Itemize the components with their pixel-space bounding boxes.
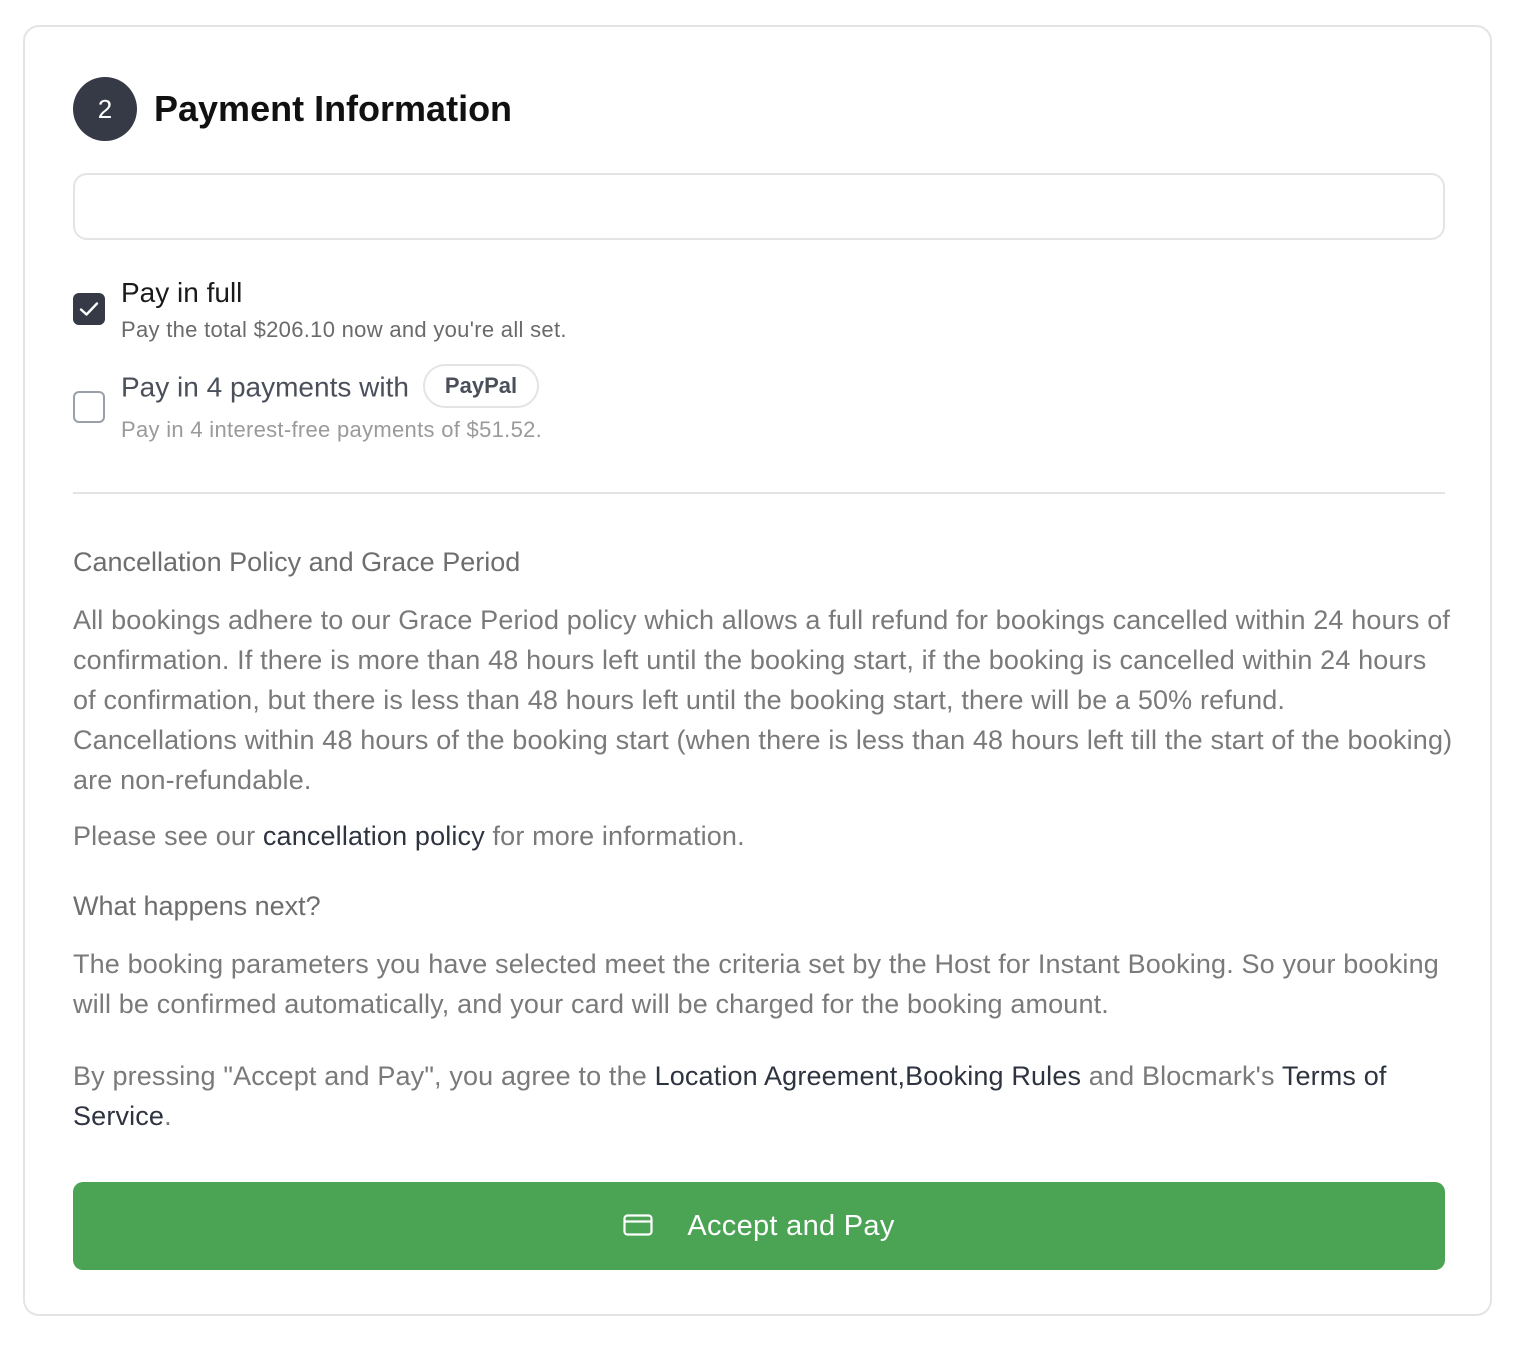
pay-in-4-title-row: Pay in 4 payments with PayPal [121, 364, 540, 411]
pay-in-4-title: Pay in 4 payments with [121, 371, 409, 403]
agreement-suffix: . [164, 1101, 172, 1131]
credit-card-icon [623, 1214, 653, 1236]
check-icon [79, 302, 99, 316]
location-agreement-link[interactable]: Location Agreement [655, 1061, 898, 1091]
cancellation-title: Cancellation Policy and Grace Period [73, 547, 521, 577]
card-details-field[interactable] [73, 173, 1445, 240]
pay-in-full-subtitle: Pay the total $206.10 now and you're all… [121, 317, 567, 342]
agreement-separator: , [897, 1061, 906, 1091]
accept-and-pay-button[interactable]: Accept and Pay [73, 1182, 1445, 1270]
cancellation-see-more: Please see our cancellation policy for m… [73, 816, 1453, 856]
step-header: 2 Payment Information [73, 77, 512, 141]
payment-card: 2 Payment Information Pay in full Pay th… [23, 25, 1492, 1316]
agreement-text: By pressing "Accept and Pay", you agree … [73, 1056, 1453, 1136]
pay-in-4-option[interactable]: Pay in 4 payments with PayPal Pay in 4 in… [73, 364, 1445, 452]
cancellation-body: All bookings adhere to our Grace Period … [73, 605, 1453, 795]
pay-in-4-checkbox[interactable] [73, 391, 105, 423]
page-title: Payment Information [154, 88, 513, 129]
pay-in-full-option[interactable]: Pay in full Pay the total $206.10 now an… [73, 277, 1445, 352]
pay-in-4-subtitle: Pay in 4 interest-free payments of $51.5… [121, 417, 543, 442]
paypal-badge: PayPal [422, 364, 540, 408]
pay-in-full-checkbox[interactable] [73, 293, 105, 325]
booking-rules-link[interactable]: Booking Rules [905, 1061, 1081, 1091]
pay-in-full-title: Pay in full [121, 277, 243, 308]
agreement-prefix: By pressing "Accept and Pay", you agree … [73, 1061, 655, 1091]
divider [73, 492, 1445, 494]
step-number-badge: 2 [73, 77, 137, 141]
see-more-suffix: for more information. [484, 821, 745, 851]
agreement-middle: and Blocmark's [1081, 1061, 1282, 1091]
accept-and-pay-label: Accept and Pay [687, 1209, 895, 1242]
see-more-prefix: Please see our [73, 821, 263, 851]
cancellation-policy-link[interactable]: cancellation policy [263, 821, 485, 851]
what-happens-next-title: What happens next? [73, 891, 321, 921]
what-happens-next-body: The booking parameters you have selected… [73, 949, 1439, 1019]
